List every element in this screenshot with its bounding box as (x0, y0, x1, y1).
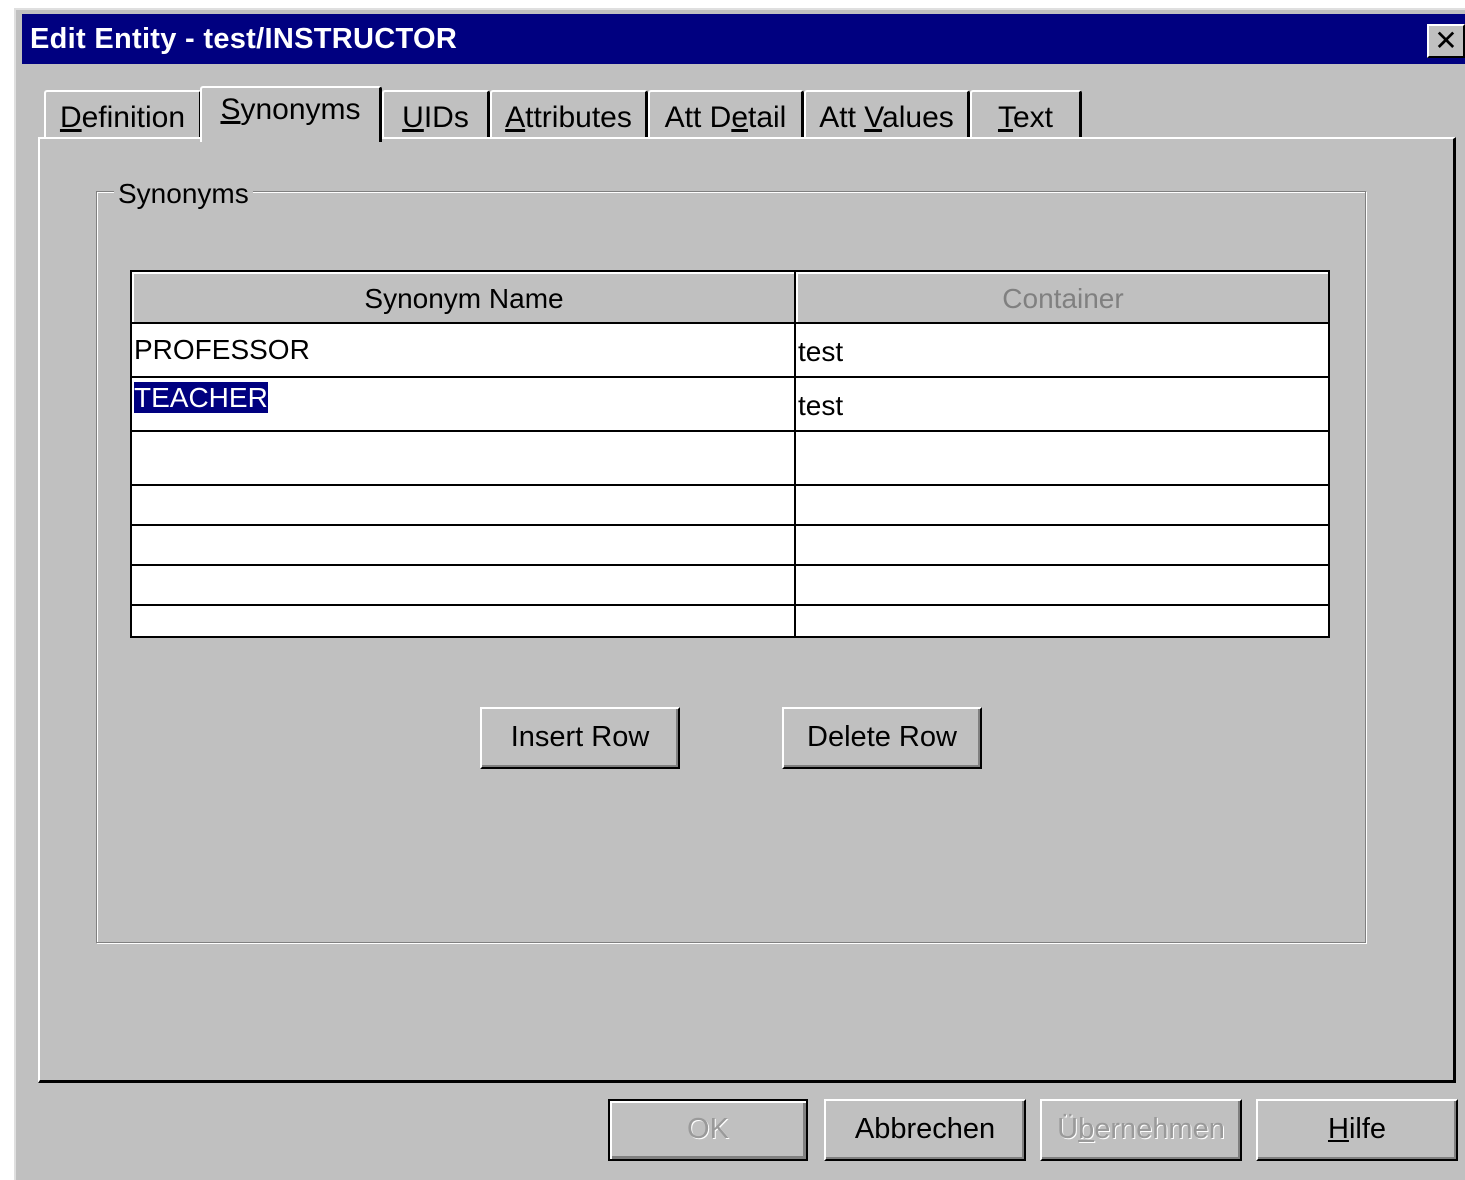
tab-mnemonic: T (997, 101, 1013, 134)
delete-row-button[interactable]: Delete Row (782, 707, 982, 769)
tab-label-pre: Att (819, 101, 865, 134)
tab-text[interactable]: Text (970, 90, 1082, 142)
edit-entity-dialog: Edit Entity - test/INSTRUCTOR ✕ Definiti… (14, 8, 1465, 1180)
groupbox-label: Synonyms (114, 178, 253, 210)
tab-mnemonic: D (59, 101, 82, 134)
tab-uids[interactable]: UIDs (382, 90, 490, 142)
cell-synonym-name[interactable]: TEACHER (134, 378, 790, 430)
tab-attributes[interactable]: Attributes (490, 90, 648, 142)
tab-definition[interactable]: Definition (44, 90, 202, 142)
tab-label-pre: Att D (664, 101, 732, 134)
cell-synonym-name[interactable] (134, 526, 790, 564)
apply-label-post: ernehmen (1094, 1113, 1225, 1145)
table-row[interactable] (132, 526, 1328, 566)
tab-label-post: ynonyms (240, 93, 361, 126)
tab-att-detail[interactable]: Att Detail (648, 90, 804, 142)
apply-label-pre: Ü (1057, 1113, 1079, 1145)
apply-button[interactable]: Übernehmen (1040, 1099, 1242, 1161)
tab-label-post: IDs (423, 101, 469, 134)
tab-label-post: ext (1012, 101, 1054, 134)
table-row[interactable] (132, 566, 1328, 606)
cell-synonym-name[interactable] (134, 432, 790, 484)
ok-button[interactable]: OK (608, 1099, 808, 1161)
column-header-container[interactable]: Container (796, 272, 1328, 322)
tab-synonyms[interactable]: Synonyms (200, 86, 382, 142)
window-title: Edit Entity - test/INSTRUCTOR (30, 23, 458, 55)
table-row[interactable] (132, 432, 1328, 486)
apply-mnemonic: b (1078, 1113, 1095, 1145)
cell-synonym-name[interactable]: PROFESSOR (134, 324, 790, 376)
table-row-selected[interactable]: TEACHER test (132, 378, 1328, 432)
column-header-synonym-name[interactable]: Synonym Name (132, 272, 794, 322)
selected-cell-text: TEACHER (134, 382, 268, 413)
tab-label-post: ttributes (525, 101, 632, 134)
cancel-button[interactable]: Abbrechen (824, 1099, 1026, 1161)
close-icon: ✕ (1434, 25, 1458, 56)
cell-container[interactable] (798, 486, 1318, 524)
grid-header: Synonym Name Container (132, 272, 1328, 324)
cell-container[interactable] (798, 606, 1318, 636)
insert-row-button[interactable]: Insert Row (480, 707, 680, 769)
help-label-post: ilfe (1348, 1113, 1387, 1145)
table-row[interactable] (132, 486, 1328, 526)
tab-mnemonic: A (505, 101, 526, 134)
table-row[interactable] (132, 606, 1328, 636)
title-bar[interactable]: Edit Entity - test/INSTRUCTOR ✕ (22, 14, 1465, 64)
close-button[interactable]: ✕ (1427, 24, 1465, 58)
cell-container[interactable]: test (798, 378, 1318, 430)
tab-label-post: tail (748, 101, 787, 134)
cell-container[interactable]: test (798, 324, 1318, 376)
cell-synonym-name[interactable] (134, 486, 790, 524)
cell-container[interactable] (798, 526, 1318, 564)
synonyms-grid[interactable]: Synonym Name Container PROFESSOR test TE… (130, 270, 1330, 638)
tab-label-post: alues (882, 101, 954, 134)
cell-synonym-name[interactable] (134, 606, 790, 636)
table-row[interactable]: PROFESSOR test (132, 324, 1328, 378)
tab-label-post: efinition (81, 101, 186, 134)
column-divider[interactable] (794, 272, 796, 636)
tab-mnemonic: U (402, 101, 424, 134)
help-mnemonic: H (1327, 1113, 1349, 1145)
tab-mnemonic: S (220, 93, 241, 126)
tab-mnemonic: e (731, 101, 748, 134)
tab-att-values[interactable]: Att Values (804, 90, 970, 142)
cell-container[interactable] (798, 432, 1318, 484)
cell-container[interactable] (798, 566, 1318, 604)
help-button[interactable]: Hilfe (1256, 1099, 1458, 1161)
cell-synonym-name[interactable] (134, 566, 790, 604)
tab-mnemonic: V (864, 101, 883, 134)
